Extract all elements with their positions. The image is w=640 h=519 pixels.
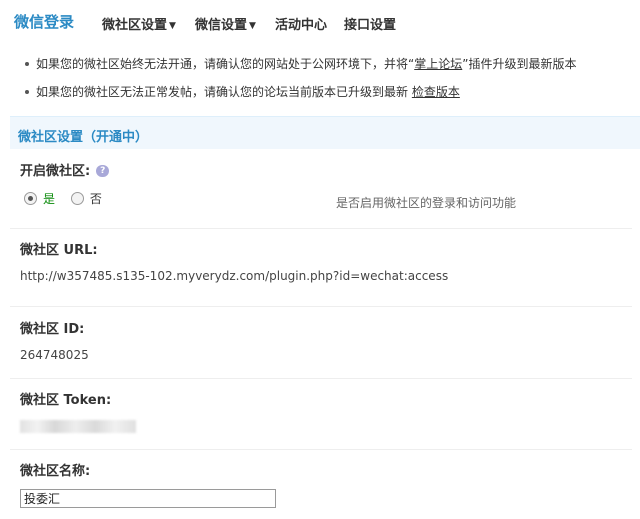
nav-menu-label: 微社区设置: [102, 18, 168, 33]
enable-label-text: 开启微社区:: [20, 164, 91, 179]
name-label: 微社区名称:: [20, 464, 91, 479]
nav-menu-label: 微信设置: [195, 18, 248, 33]
divider: [10, 378, 632, 379]
divider: [10, 306, 632, 307]
id-value: 264748025: [20, 348, 89, 362]
radio-yes[interactable]: [24, 192, 37, 205]
check-version-link[interactable]: 检查版本: [412, 85, 460, 99]
token-label: 微社区 Token:: [20, 393, 112, 408]
radio-no[interactable]: [70, 192, 84, 205]
bullet-icon: [25, 90, 29, 94]
top-nav: 微信登录 微社区设置 ▼ 微信设置 ▼ 活动中心 接口设置: [0, 0, 640, 42]
enable-hint: 是否启用微社区的登录和访问功能: [336, 196, 517, 210]
nav-menu-activity-center[interactable]: 活动中心: [275, 14, 327, 33]
tip-text: ”插件升级到最新版本: [462, 57, 577, 71]
nav-menu-label: 接口设置: [344, 18, 397, 33]
nav-menu-label: 活动中心: [275, 18, 328, 33]
nav-menu-wechat-settings[interactable]: 微信设置 ▼: [195, 14, 256, 33]
enable-radio-group: 是 否: [24, 190, 102, 207]
enable-label: 开启微社区:?: [20, 160, 110, 179]
caret-down-icon: ▼: [249, 21, 256, 31]
url-label: 微社区 URL:: [20, 243, 98, 258]
id-label: 微社区 ID:: [20, 322, 85, 337]
tip-item: 如果您的微社区始终无法开通，请确认您的网站处于公网环境下，并将“掌上论坛”插件升…: [22, 56, 632, 84]
divider: [10, 449, 632, 450]
tip-text: 如果您的微社区始终无法开通，请确认您的网站处于公网环境下，并将“: [36, 57, 415, 71]
tip-text: 如果您的微社区无法正常发帖，请确认您的论坛当前版本已升级到最新: [36, 85, 409, 99]
mobile-forum-link[interactable]: 掌上论坛: [414, 57, 462, 71]
nav-menu-wsq-settings[interactable]: 微社区设置 ▼: [102, 14, 176, 33]
brand-title[interactable]: 微信登录: [14, 11, 74, 32]
section-title: 微社区设置（开通中）: [18, 130, 149, 145]
radio-no-label[interactable]: 否: [90, 192, 102, 206]
tips-list: 如果您的微社区始终无法开通，请确认您的网站处于公网环境下，并将“掌上论坛”插件升…: [22, 56, 632, 112]
bullet-icon: [25, 62, 29, 66]
divider: [10, 228, 632, 229]
section-header: 微社区设置（开通中）: [10, 116, 640, 149]
caret-down-icon: ▼: [169, 21, 176, 31]
url-value: http://w357485.s135-102.myverydz.com/plu…: [20, 269, 449, 283]
tip-item: 如果您的微社区无法正常发帖，请确认您的论坛当前版本已升级到最新 检查版本: [22, 84, 632, 112]
help-icon[interactable]: ?: [96, 165, 110, 177]
name-input[interactable]: 投委汇: [20, 489, 276, 508]
nav-menu-interface-settings[interactable]: 接口设置: [344, 14, 396, 33]
token-value-redacted: [20, 420, 136, 433]
radio-yes-label[interactable]: 是: [43, 192, 55, 206]
